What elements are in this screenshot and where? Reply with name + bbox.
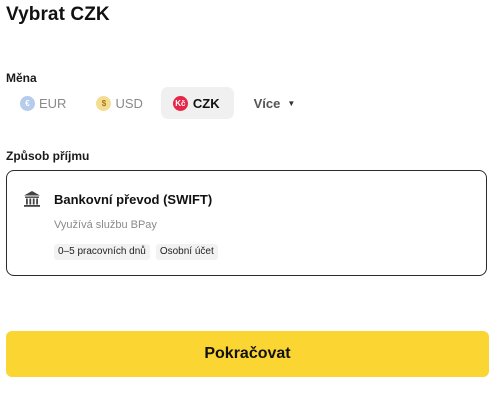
currency-section-label: Měna	[6, 71, 37, 85]
currency-option-label: CZK	[192, 95, 220, 111]
account-type-tag: Osobní účet	[155, 244, 218, 260]
continue-button[interactable]: Pokračovat	[6, 331, 489, 377]
bank-icon	[24, 191, 40, 207]
payout-method-section-label: Způsob příjmu	[6, 149, 90, 163]
payout-method-card-swift[interactable]: Bankovní převod (SWIFT) Využívá službu B…	[6, 170, 487, 276]
dollar-icon: $	[96, 95, 112, 111]
processing-time-tag: 0–5 pracovních dnů	[54, 244, 150, 260]
currency-option-usd[interactable]: $ USD	[84, 87, 154, 119]
currency-option-czk[interactable]: Kč CZK	[160, 87, 234, 119]
payout-method-provider: Využívá službu BPay	[54, 219, 157, 231]
more-currencies-label: Více	[253, 95, 281, 111]
withdraw-page: Vybrat CZK Měna € EUR $ USD Kč CZK Více …	[0, 0, 495, 400]
caret-down-icon: ▼	[287, 98, 296, 108]
koruna-icon: Kč	[172, 95, 188, 111]
currency-option-label: USD	[115, 95, 143, 111]
payout-method-tags: 0–5 pracovních dnů Osobní účet	[54, 244, 224, 260]
currency-option-eur[interactable]: € EUR	[6, 87, 78, 119]
more-currencies-dropdown[interactable]: Více ▼	[242, 87, 308, 119]
currency-option-label: EUR	[39, 95, 67, 111]
currency-selector: € EUR $ USD Kč CZK Více ▼	[6, 87, 307, 119]
payout-method-name: Bankovní převod (SWIFT)	[54, 192, 213, 207]
euro-icon: €	[20, 95, 35, 111]
page-title: Vybrat CZK	[6, 4, 110, 25]
